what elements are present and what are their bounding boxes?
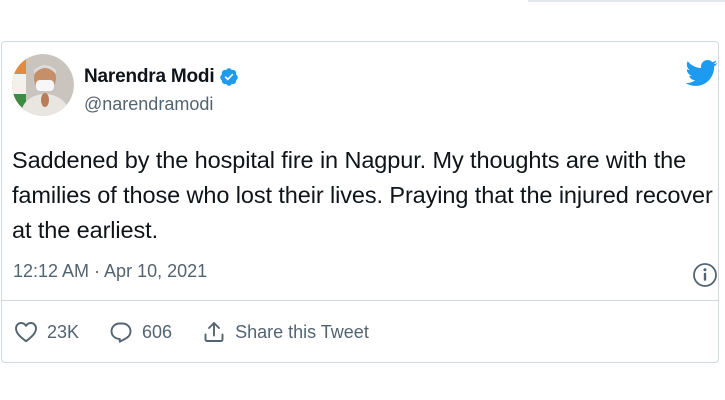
info-icon[interactable] [692,262,718,288]
top-edge-line [528,0,725,2]
author-handle[interactable]: @narendramodi [84,94,213,115]
like-button[interactable]: 23K [14,321,79,343]
avatar[interactable] [12,54,74,116]
reply-button[interactable]: 606 [109,320,172,344]
tweet-text: Saddened by the hospital fire in Nagpur.… [12,147,713,243]
author-row: Narendra Modi [84,66,239,88]
reply-count: 606 [142,321,173,342]
share-upload-icon [204,322,224,342]
action-divider [1,300,719,301]
share-tweet-button[interactable]: Share this Tweet [202,320,369,344]
tweet-timestamp[interactable]: 12:12 AM · Apr 10, 2021 [13,261,207,282]
like-count: 23K [47,321,80,342]
author-name[interactable]: Narendra Modi [84,66,215,88]
heart-icon [15,322,37,343]
verified-badge-icon [220,68,239,86]
tweet-actions: 23K 606 Share this Tweet [14,318,369,346]
twitter-bird-icon[interactable] [684,59,718,87]
reply-bubble-icon [110,322,132,343]
share-tweet-label: Share this Tweet [235,321,369,342]
